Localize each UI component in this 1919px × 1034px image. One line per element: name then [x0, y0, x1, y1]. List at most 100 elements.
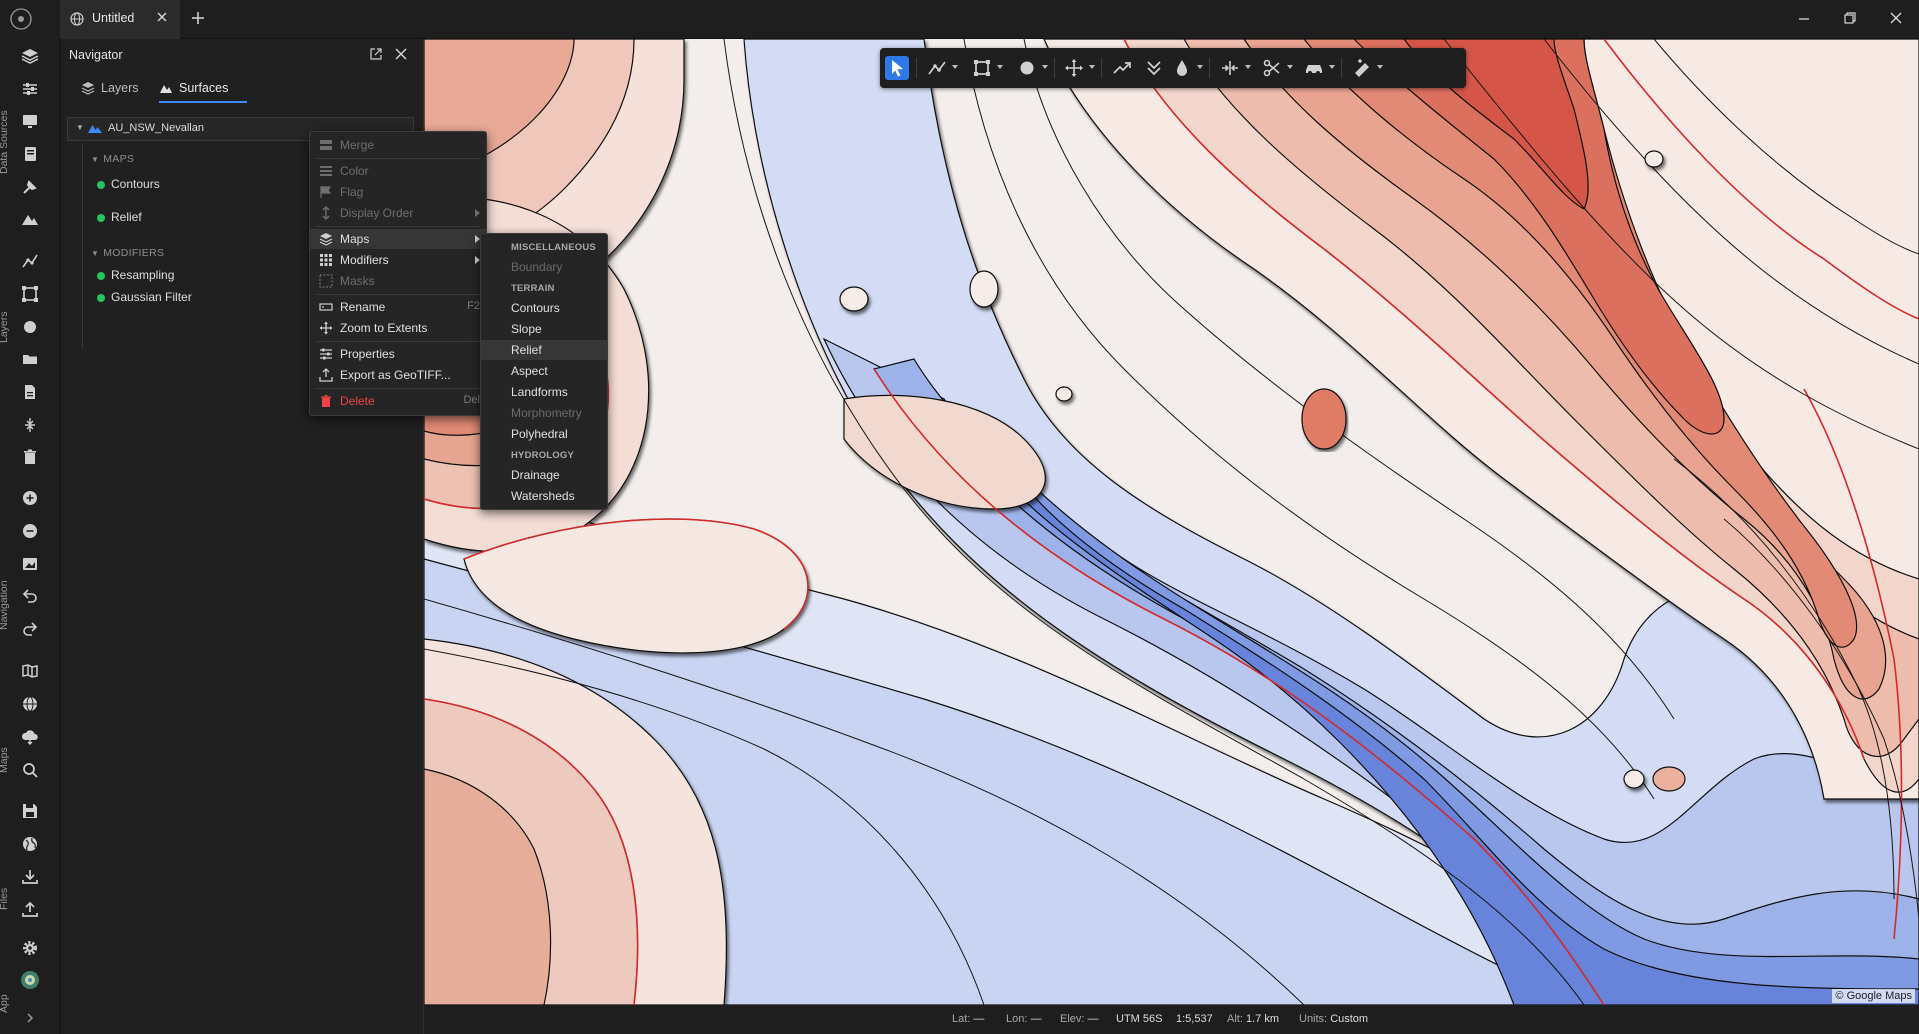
- menu-item-rename[interactable]: Rename F2: [310, 297, 486, 317]
- polyline-icon[interactable]: [20, 251, 40, 271]
- toolbar-separator: [1209, 58, 1210, 78]
- trash-icon: [321, 395, 331, 407]
- submenu-item-polyhedral[interactable]: Polyhedral: [481, 424, 607, 444]
- map-attribution[interactable]: © Google Maps: [1832, 989, 1915, 1003]
- zoom-in-icon[interactable]: [20, 488, 40, 508]
- redo-icon[interactable]: [20, 619, 40, 639]
- display-order-icon: [322, 206, 330, 220]
- menu-separator: [316, 388, 480, 389]
- cloud-download-icon[interactable]: [20, 727, 40, 747]
- menu-item-masks[interactable]: Masks: [310, 271, 486, 291]
- drop-icon[interactable]: [1170, 56, 1194, 80]
- search-icon[interactable]: [20, 760, 40, 780]
- menu-item-merge[interactable]: Merge: [310, 135, 486, 155]
- submenu-item-relief[interactable]: Relief: [481, 340, 607, 360]
- status-crs[interactable]: UTM 56S: [1116, 1013, 1162, 1025]
- status-units[interactable]: Units: Custom: [1299, 1013, 1368, 1025]
- menu-item-display-order[interactable]: Display Order: [310, 203, 486, 223]
- trash-icon[interactable]: [20, 447, 40, 467]
- undo-icon[interactable]: [20, 586, 40, 606]
- map-canvas[interactable]: © Google Maps: [424, 39, 1919, 1005]
- chevron-down-icon[interactable]: [952, 65, 958, 69]
- chevron-down-icon[interactable]: [997, 65, 1003, 69]
- new-tab-plus-icon[interactable]: [190, 10, 206, 26]
- surface-mountain-icon: [88, 122, 102, 134]
- bounding-box-icon[interactable]: [20, 284, 40, 304]
- popout-icon[interactable]: [369, 47, 383, 61]
- tab-layers[interactable]: Layers: [81, 77, 151, 101]
- globe-grid-icon[interactable]: [20, 694, 40, 714]
- pin-brush-icon[interactable]: [20, 177, 40, 197]
- zoom-out-icon[interactable]: [20, 521, 40, 541]
- minimize-icon[interactable]: [1797, 11, 1811, 25]
- circle-icon[interactable]: [20, 317, 40, 337]
- car-icon[interactable]: [1302, 56, 1326, 80]
- status-lon: Lon: —: [1006, 1013, 1042, 1025]
- menu-item-flag[interactable]: Flag: [310, 182, 486, 202]
- bounding-box-icon[interactable]: [970, 56, 994, 80]
- measure-icon[interactable]: [1350, 56, 1374, 80]
- chevron-down-icon[interactable]: [1042, 65, 1048, 69]
- group-modifiers-header[interactable]: ▼ MODIFIERS: [91, 247, 164, 259]
- menu-item-delete[interactable]: Delete Del: [310, 391, 486, 411]
- chevron-down-icon[interactable]: [1089, 65, 1095, 69]
- trend-line-icon[interactable]: [1110, 56, 1134, 80]
- chevron-down-icon[interactable]: [1377, 65, 1383, 69]
- menu-item-export-geotiff[interactable]: Export as GeoTIFF...: [310, 365, 486, 385]
- save-icon[interactable]: [20, 801, 40, 821]
- submenu-item-watersheds[interactable]: Watersheds: [481, 486, 607, 506]
- upload-icon[interactable]: [20, 900, 40, 920]
- chevron-down-icon[interactable]: [1197, 65, 1203, 69]
- close-panel-icon[interactable]: [394, 47, 408, 61]
- chevron-down-icon[interactable]: [1329, 65, 1335, 69]
- submenu-item-aspect[interactable]: Aspect: [481, 361, 607, 381]
- tab-surfaces[interactable]: Surfaces: [159, 77, 247, 103]
- menu-item-maps[interactable]: Maps: [310, 229, 486, 249]
- monitor-icon[interactable]: [20, 111, 40, 131]
- expand-chevron-icon[interactable]: [20, 1008, 40, 1028]
- menu-item-modifiers[interactable]: Modifiers: [310, 250, 486, 270]
- chevron-down-icon[interactable]: [1245, 65, 1251, 69]
- image-frame-icon[interactable]: [20, 554, 40, 574]
- document-tab[interactable]: Untitled: [60, 0, 180, 40]
- restore-icon[interactable]: [1843, 11, 1857, 25]
- double-chevron-down-icon[interactable]: [1142, 56, 1166, 80]
- menu-item-color[interactable]: Color: [310, 161, 486, 181]
- move-icon[interactable]: [1062, 56, 1086, 80]
- navigator-title: Navigator: [69, 48, 123, 62]
- shortcut-label: Del: [463, 394, 480, 406]
- submenu-item-contours[interactable]: Contours: [481, 298, 607, 318]
- avatar[interactable]: [20, 970, 40, 990]
- expand-arrow-icon[interactable]: ▼: [76, 123, 84, 132]
- submenu-item-landforms[interactable]: Landforms: [481, 382, 607, 402]
- submenu-item-morphometry[interactable]: Morphometry: [481, 403, 607, 423]
- file-icon[interactable]: [20, 382, 40, 402]
- scissors-icon[interactable]: [1260, 56, 1284, 80]
- circle-icon[interactable]: [1015, 56, 1039, 80]
- book-map-icon[interactable]: [20, 661, 40, 681]
- menu-item-properties[interactable]: Properties: [310, 344, 486, 364]
- close-window-icon[interactable]: [1889, 11, 1903, 25]
- close-tab-icon[interactable]: [156, 11, 168, 23]
- world-icon[interactable]: [20, 834, 40, 854]
- document-stack-icon[interactable]: [20, 144, 40, 164]
- globe-icon: [70, 12, 84, 26]
- collapse-vertical-icon[interactable]: [20, 415, 40, 435]
- mountain-icon[interactable]: [20, 209, 40, 229]
- chevron-down-icon[interactable]: [1287, 65, 1293, 69]
- submenu-item-slope[interactable]: Slope: [481, 319, 607, 339]
- select-arrow-icon[interactable]: [885, 56, 909, 80]
- menu-item-zoom-to-extents[interactable]: Zoom to Extents: [310, 318, 486, 338]
- group-maps-header[interactable]: ▼ MAPS: [91, 153, 134, 165]
- status-scale[interactable]: 1:5,537: [1176, 1013, 1213, 1025]
- gear-icon[interactable]: [20, 938, 40, 958]
- download-icon[interactable]: [20, 867, 40, 887]
- folder-icon[interactable]: [20, 349, 40, 369]
- submenu-item-drainage[interactable]: Drainage: [481, 465, 607, 485]
- split-horizontal-icon[interactable]: [1218, 56, 1242, 80]
- layers-stack-icon[interactable]: [20, 46, 40, 66]
- submenu-item-boundary[interactable]: Boundary: [481, 257, 607, 277]
- app-logo-icon[interactable]: [10, 8, 32, 30]
- polyline-icon[interactable]: [925, 56, 949, 80]
- sliders-icon[interactable]: [20, 79, 40, 99]
